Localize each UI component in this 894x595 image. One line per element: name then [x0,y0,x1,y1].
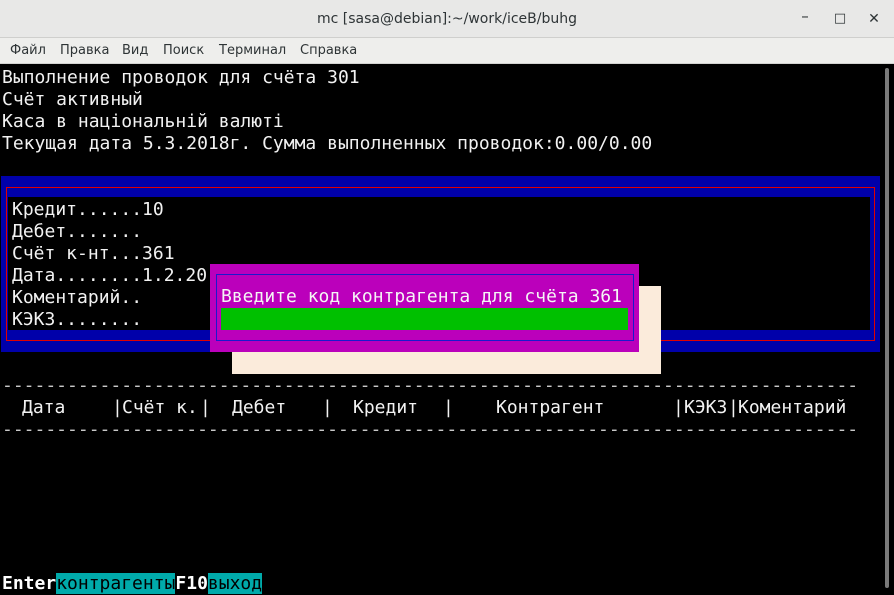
maximize-icon: □ [833,11,847,26]
status-line-account-name: Каса в національній валюті [2,111,284,132]
title-bar[interactable]: mc [sasa@debian]:~/work/iceB/buhg – □ ✕ [0,0,894,38]
column-header-kekz: КЭКЗ [684,397,728,418]
fkey-f10[interactable]: F10 [175,573,208,594]
window-title: mc [sasa@debian]:~/work/iceB/buhg [317,11,577,27]
field-counter-account[interactable]: Счёт к-нт...361 [12,243,175,265]
column-separator: | [200,397,211,418]
column-separator: | [322,397,333,418]
status-line-date-sum: Текущая дата 5.3.2018г. Сумма выполненны… [2,133,653,154]
minimize-icon: – [801,7,809,25]
menu-edit[interactable]: Правка [60,38,109,63]
counterparty-code-input[interactable] [221,308,628,330]
dialog-prompt: Введите код контрагента для счёта 361 [221,286,622,307]
column-header-credit: Кредит [353,397,419,418]
menu-help[interactable]: Справка [300,38,357,63]
field-date[interactable]: Дата........1.2.20 [12,265,207,287]
menu-file[interactable]: Файл [10,38,46,63]
menu-search[interactable]: Поиск [163,38,204,63]
field-kekz[interactable]: КЭКЗ........ [12,309,142,331]
field-debit[interactable]: Дебет....... [12,221,142,243]
close-icon: ✕ [868,11,880,27]
scrollbar-thumb[interactable] [885,68,889,588]
column-header-counter-account: Счёт к. [122,397,198,418]
table-top-rule: ----------------------------------------… [2,375,858,396]
maximize-button[interactable]: □ [830,9,850,29]
fkey-enter-label[interactable]: контрагенты [56,573,176,594]
minimize-button[interactable]: – [795,9,815,29]
terminal-window: mc [sasa@debian]:~/work/iceB/buhg – □ ✕ … [0,0,894,595]
function-key-bar: EnterконтрагентыF10выход [2,573,263,595]
column-separator: | [443,397,454,418]
scrollbar[interactable] [880,64,894,595]
field-comment[interactable]: Коментарий.. [12,287,142,309]
fkey-enter[interactable]: Enter [2,573,56,594]
fkey-f10-label[interactable]: выход [207,573,263,594]
menu-view[interactable]: Вид [122,38,148,63]
column-header-counterparty: Контрагент [496,397,605,418]
menu-bar: Файл Правка Вид Поиск Терминал Справка [0,38,894,64]
column-header-date: Дата [22,397,66,418]
field-credit[interactable]: Кредит......10 [12,199,164,221]
column-header-comment: Коментарий [738,397,847,418]
close-button[interactable]: ✕ [864,9,884,29]
status-line-title: Выполнение проводок для счёта 301 [2,67,360,88]
status-line-account-type: Счёт активный [2,89,143,110]
column-separator: | [673,397,684,418]
menu-terminal[interactable]: Терминал [219,38,286,63]
table-header-rule: ----------------------------------------… [2,419,858,440]
column-header-debit: Дебет [232,397,287,418]
